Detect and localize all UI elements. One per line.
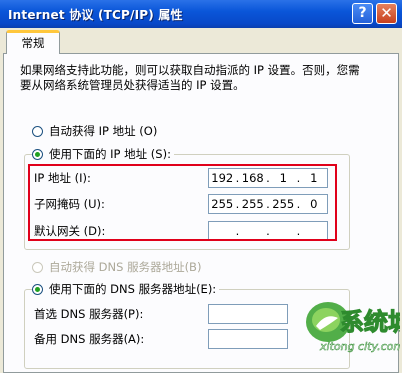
- dns-auto-radio-row: 自动获得 DNS 服务器地址(B): [32, 259, 201, 275]
- dns-manual-radio-row[interactable]: 使用下面的 DNS 服务器地址(E):: [32, 281, 220, 297]
- alternate-dns-field[interactable]: [208, 329, 288, 349]
- dns-manual-label: 使用下面的 DNS 服务器地址(E):: [49, 282, 217, 296]
- dns-auto-radio: [32, 261, 43, 273]
- close-button[interactable]: ✕: [376, 3, 397, 24]
- watermark-logo: 系统城 xitong city.com: [306, 302, 400, 353]
- ip-manual-label: 使用下面的 IP 地址 (S):: [49, 147, 171, 161]
- ip-auto-radio[interactable]: [32, 125, 43, 137]
- watermark-brand: 系统城: [340, 308, 400, 336]
- dns-manual-radio[interactable]: [32, 283, 43, 295]
- ip-manual-radio-row[interactable]: 使用下面的 IP 地址 (S):: [32, 146, 174, 162]
- help-button[interactable]: ?: [352, 3, 373, 24]
- title-bar: Internet 协议 (TCP/IP) 属性 ? ✕: [0, 0, 402, 28]
- window-title: Internet 协议 (TCP/IP) 属性: [8, 8, 183, 22]
- dns-auto-label: 自动获得 DNS 服务器地址(B): [49, 260, 202, 274]
- preferred-dns-field[interactable]: [208, 304, 288, 324]
- ip-manual-radio[interactable]: [32, 148, 43, 160]
- intro-text: 如果网络支持此功能，则可以获取自动指派的 IP 设置。否则，您需要从网络系统管理…: [20, 63, 360, 92]
- highlight-box: [28, 164, 337, 241]
- preferred-dns-label: 首选 DNS 服务器(P):: [34, 307, 144, 321]
- ip-auto-radio-row[interactable]: 自动获得 IP 地址 (O): [32, 123, 157, 139]
- tab-general[interactable]: 常规: [6, 30, 60, 54]
- watermark-url: xitong city.com: [319, 340, 400, 353]
- ip-auto-label: 自动获得 IP 地址 (O): [49, 124, 158, 138]
- alternate-dns-label: 备用 DNS 服务器(A):: [34, 332, 145, 346]
